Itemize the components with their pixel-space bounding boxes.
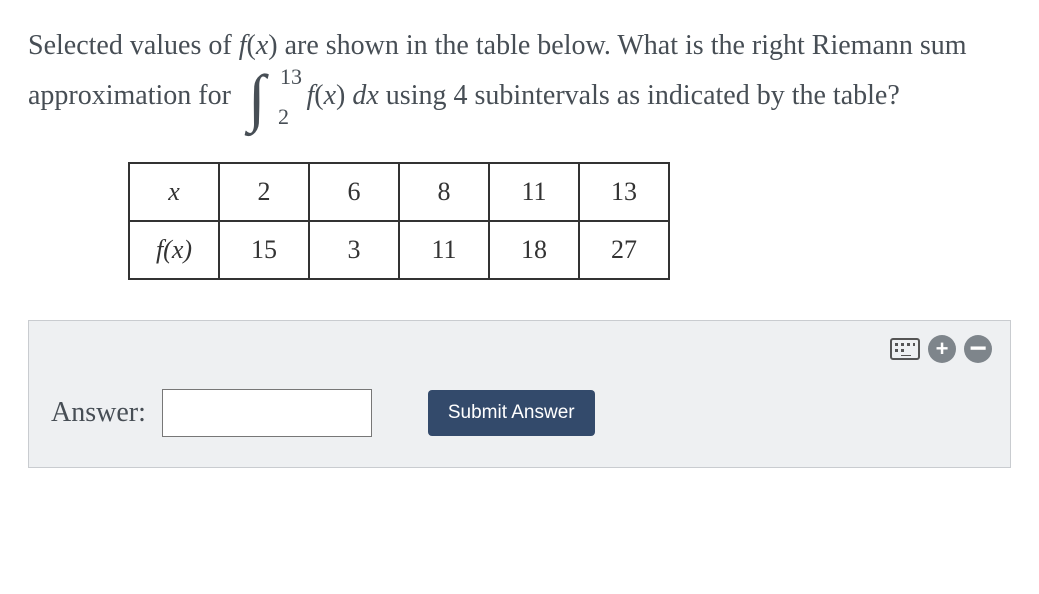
f-cell: 18	[489, 221, 579, 279]
q-part1: Selected values of	[28, 30, 239, 61]
integral-sign-icon: ∫	[248, 69, 266, 127]
values-table-wrap: x 2 6 8 11 13 f(x) 15 3 11 18 27	[128, 162, 1011, 280]
x-cell: 2	[219, 163, 309, 221]
integral-upper: 13	[280, 59, 302, 94]
integral-lower: 2	[278, 99, 289, 134]
table-row: f(x) 15 3 11 18 27	[129, 221, 669, 279]
integrand-dvar: dx	[352, 80, 378, 111]
x-cell: 6	[309, 163, 399, 221]
f-cell: 15	[219, 221, 309, 279]
q-part3: using 4 subintervals as indicated by the…	[386, 80, 900, 111]
integral: ∫ 13 2	[248, 69, 266, 127]
toolbar-icons: + −	[890, 335, 992, 363]
question-text: Selected values of f(x) are shown in the…	[28, 24, 1011, 126]
x-label: x	[129, 163, 219, 221]
integrand-var: x	[324, 80, 336, 111]
f-cell: 27	[579, 221, 669, 279]
f-label: f(x)	[129, 221, 219, 279]
table-row: x 2 6 8 11 13	[129, 163, 669, 221]
answer-input[interactable]	[162, 389, 372, 437]
values-table: x 2 6 8 11 13 f(x) 15 3 11 18 27	[128, 162, 670, 280]
minus-icon: −	[969, 334, 987, 364]
integrand-fn: f	[306, 80, 314, 111]
submit-answer-button[interactable]: Submit Answer	[428, 390, 595, 436]
answer-label: Answer:	[51, 397, 146, 429]
q-var: x	[256, 30, 268, 61]
keyboard-icon[interactable]	[890, 338, 920, 360]
x-cell: 13	[579, 163, 669, 221]
x-cell: 11	[489, 163, 579, 221]
answer-panel: + − Answer: Submit Answer	[28, 320, 1011, 468]
zoom-in-button[interactable]: +	[928, 335, 956, 363]
plus-icon: +	[936, 338, 949, 360]
f-cell: 11	[399, 221, 489, 279]
x-cell: 8	[399, 163, 489, 221]
q-fn: f	[239, 30, 247, 61]
zoom-out-button[interactable]: −	[964, 335, 992, 363]
f-cell: 3	[309, 221, 399, 279]
